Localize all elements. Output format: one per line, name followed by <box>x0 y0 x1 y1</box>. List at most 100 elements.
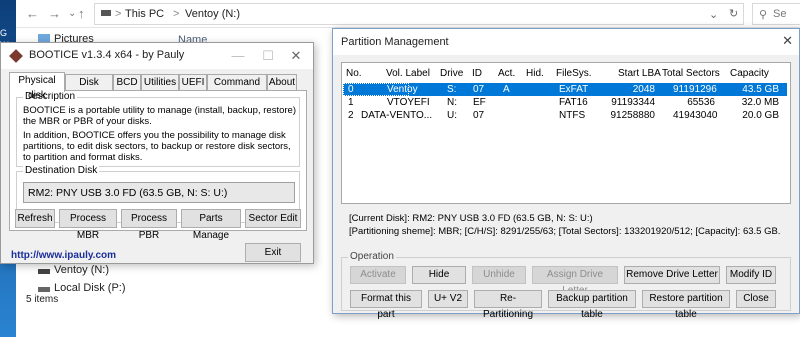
sector-edit-button[interactable]: Sector Edit <box>245 209 301 228</box>
table-cell: 65536 <box>687 97 715 108</box>
tab-physical-disk[interactable]: Physical disk <box>9 72 65 101</box>
website-link[interactable]: http://www.ipauly.com <box>11 250 116 261</box>
back-arrow-icon[interactable]: ← <box>26 6 39 21</box>
tab-bcd[interactable]: BCD <box>113 74 141 91</box>
dialog-title: Partition Management <box>341 36 449 48</box>
column-header[interactable]: No. <box>346 68 362 79</box>
drive-icon <box>38 287 50 292</box>
refresh-icon[interactable]: ↻ <box>729 7 738 20</box>
table-cell: 20.0 GB <box>742 110 779 121</box>
exit-button[interactable]: Exit <box>245 243 301 262</box>
table-cell: 41943040 <box>673 110 718 121</box>
remove-drive-letter-button[interactable]: Remove Drive Letter <box>624 266 720 284</box>
description-text-1: BOOTICE is a portable utility to manage … <box>23 105 296 127</box>
column-header[interactable]: Total Sectors <box>662 68 720 79</box>
partition-table: No. Vol. Label Drive ID Act. Hid. FileSy… <box>341 62 791 204</box>
table-cell: DATA-VENTO... <box>361 110 433 121</box>
table-cell: U: <box>447 110 457 121</box>
column-header[interactable]: Drive <box>440 68 463 79</box>
re-partitioning-button[interactable]: Re-Partitioning <box>474 290 542 320</box>
operation-group: Operation Activate Hide Unhide Assign Dr… <box>341 251 791 320</box>
chevron-down-icon: ⌵ <box>28 186 36 197</box>
tab-utilities[interactable]: Utilities <box>141 74 179 91</box>
assign-drive-letter-button[interactable]: Assign Drive Letter <box>532 266 618 296</box>
disk-info: [Current Disk]: RM2: PNY USB 3.0 FD (63.… <box>341 211 791 247</box>
partitioning-scheme-text: [Partitioning sheme]: MBR; [C/H/S]: 8291… <box>349 226 781 237</box>
close-icon[interactable]: ✕ <box>281 46 311 66</box>
tab-uefi[interactable]: UEFI <box>179 74 207 91</box>
column-header[interactable]: FileSys. <box>556 68 592 79</box>
destination-disk-select[interactable]: RM2: PNY USB 3.0 FD (63.5 GB, N: S: U:) … <box>23 182 295 203</box>
partition-management-dialog: Partition Management ✕ No. Vol. Label Dr… <box>332 28 800 320</box>
table-cell: EF <box>473 97 486 108</box>
breadcrumb-this-pc[interactable]: This PC <box>125 8 164 20</box>
search-box[interactable]: ⚲ Se <box>752 3 800 25</box>
unhide-button[interactable]: Unhide <box>472 266 526 284</box>
backup-partition-table-button[interactable]: Backup partition table <box>548 290 636 320</box>
bootice-title: BOOTICE v1.3.4 x64 - by Pauly <box>29 49 185 61</box>
bootice-app-icon <box>9 49 23 63</box>
partition-management-title-bar: Partition Management ✕ <box>333 29 799 55</box>
minimize-icon[interactable]: — <box>223 46 253 66</box>
table-cell: Ventoy <box>387 84 418 95</box>
breadcrumb-current-drive[interactable]: Ventoy (N:) <box>185 8 240 20</box>
column-header[interactable]: Start LBA <box>618 68 661 79</box>
table-row[interactable]: 0 Ventoy S: 07 A ExFAT 2048 91191296 43.… <box>343 83 787 96</box>
nav-item-ventoy[interactable]: Ventoy (N:) <box>38 264 109 276</box>
breadcrumb-separator: > <box>115 8 122 20</box>
parts-manage-button[interactable]: Parts Manage <box>181 209 241 241</box>
tab-about[interactable]: About <box>267 74 297 91</box>
table-cell: A <box>503 84 510 95</box>
table-row[interactable]: 1 VTOYEFI N: EF FAT16 91193344 65536 32.… <box>343 96 787 109</box>
nav-item-local-disk-p[interactable]: Local Disk (P:) <box>38 282 126 294</box>
table-cell: 43.5 GB <box>742 84 779 95</box>
breadcrumb-separator: > <box>173 8 180 20</box>
table-row[interactable]: 2 DATA-VENTO... U: 07 NTFS 91258880 4194… <box>343 109 787 122</box>
column-header[interactable]: Act. <box>498 68 515 79</box>
refresh-button[interactable]: Refresh <box>15 209 55 228</box>
table-cell: 0 <box>348 84 354 95</box>
up-arrow-icon[interactable]: ↑ <box>78 6 85 21</box>
table-cell: 2 <box>348 110 354 121</box>
modify-id-button[interactable]: Modify ID <box>726 266 776 284</box>
description-group: Description BOOTICE is a portable utilit… <box>16 91 300 167</box>
table-cell: N: <box>447 97 457 108</box>
table-cell: FAT16 <box>559 97 588 108</box>
close-icon[interactable]: ✕ <box>782 33 793 49</box>
operation-label: Operation <box>348 251 396 262</box>
address-box[interactable]: > This PC > Ventoy (N:) ⌄ ↻ <box>94 3 744 25</box>
table-cell: ExFAT <box>559 84 589 95</box>
column-header[interactable]: ID <box>472 68 482 79</box>
close-button[interactable]: Close <box>736 290 776 308</box>
column-header[interactable]: Hid. <box>526 68 544 79</box>
table-cell: 07 <box>473 84 485 95</box>
search-placeholder: Se <box>773 8 787 20</box>
hide-button[interactable]: Hide <box>412 266 466 284</box>
bootice-tab-strip: Physical disk Disk image BCD Utilities U… <box>9 72 307 103</box>
u-plus-v2-button[interactable]: U+ V2 <box>428 290 468 308</box>
restore-partition-table-button[interactable]: Restore partition table <box>642 290 730 320</box>
process-mbr-button[interactable]: Process MBR <box>59 209 117 241</box>
format-partition-button[interactable]: Format this part <box>350 290 422 320</box>
table-cell: VTOYEFI <box>387 97 430 108</box>
search-icon: ⚲ <box>759 9 768 21</box>
destination-disk-label: Destination Disk <box>23 165 100 176</box>
table-cell: 07 <box>473 110 485 121</box>
recent-chevron-icon[interactable]: ⌄ <box>68 8 76 19</box>
bootice-window: BOOTICE v1.3.4 x64 - by Pauly — ☐ ✕ Phys… <box>0 42 314 264</box>
column-header[interactable]: Vol. Label <box>386 68 430 79</box>
desktop-text-fragment: G <box>0 28 8 38</box>
table-cell: 32.0 MB <box>741 97 779 108</box>
table-cell: 2048 <box>632 84 655 95</box>
current-disk-text: [Current Disk]: RM2: PNY USB 3.0 FD (63.… <box>349 213 593 224</box>
table-cell: NTFS <box>559 110 586 121</box>
process-pbr-button[interactable]: Process PBR <box>121 209 177 241</box>
this-pc-icon <box>101 10 111 16</box>
column-header[interactable]: Capacity <box>730 68 769 79</box>
tab-command-line[interactable]: Command line <box>207 74 267 103</box>
address-dropdown-icon[interactable]: ⌄ <box>709 8 718 21</box>
tab-disk-image[interactable]: Disk image <box>65 74 113 103</box>
maximize-icon[interactable]: ☐ <box>253 46 283 66</box>
activate-button[interactable]: Activate <box>350 266 406 284</box>
forward-arrow-icon[interactable]: → <box>48 6 61 21</box>
